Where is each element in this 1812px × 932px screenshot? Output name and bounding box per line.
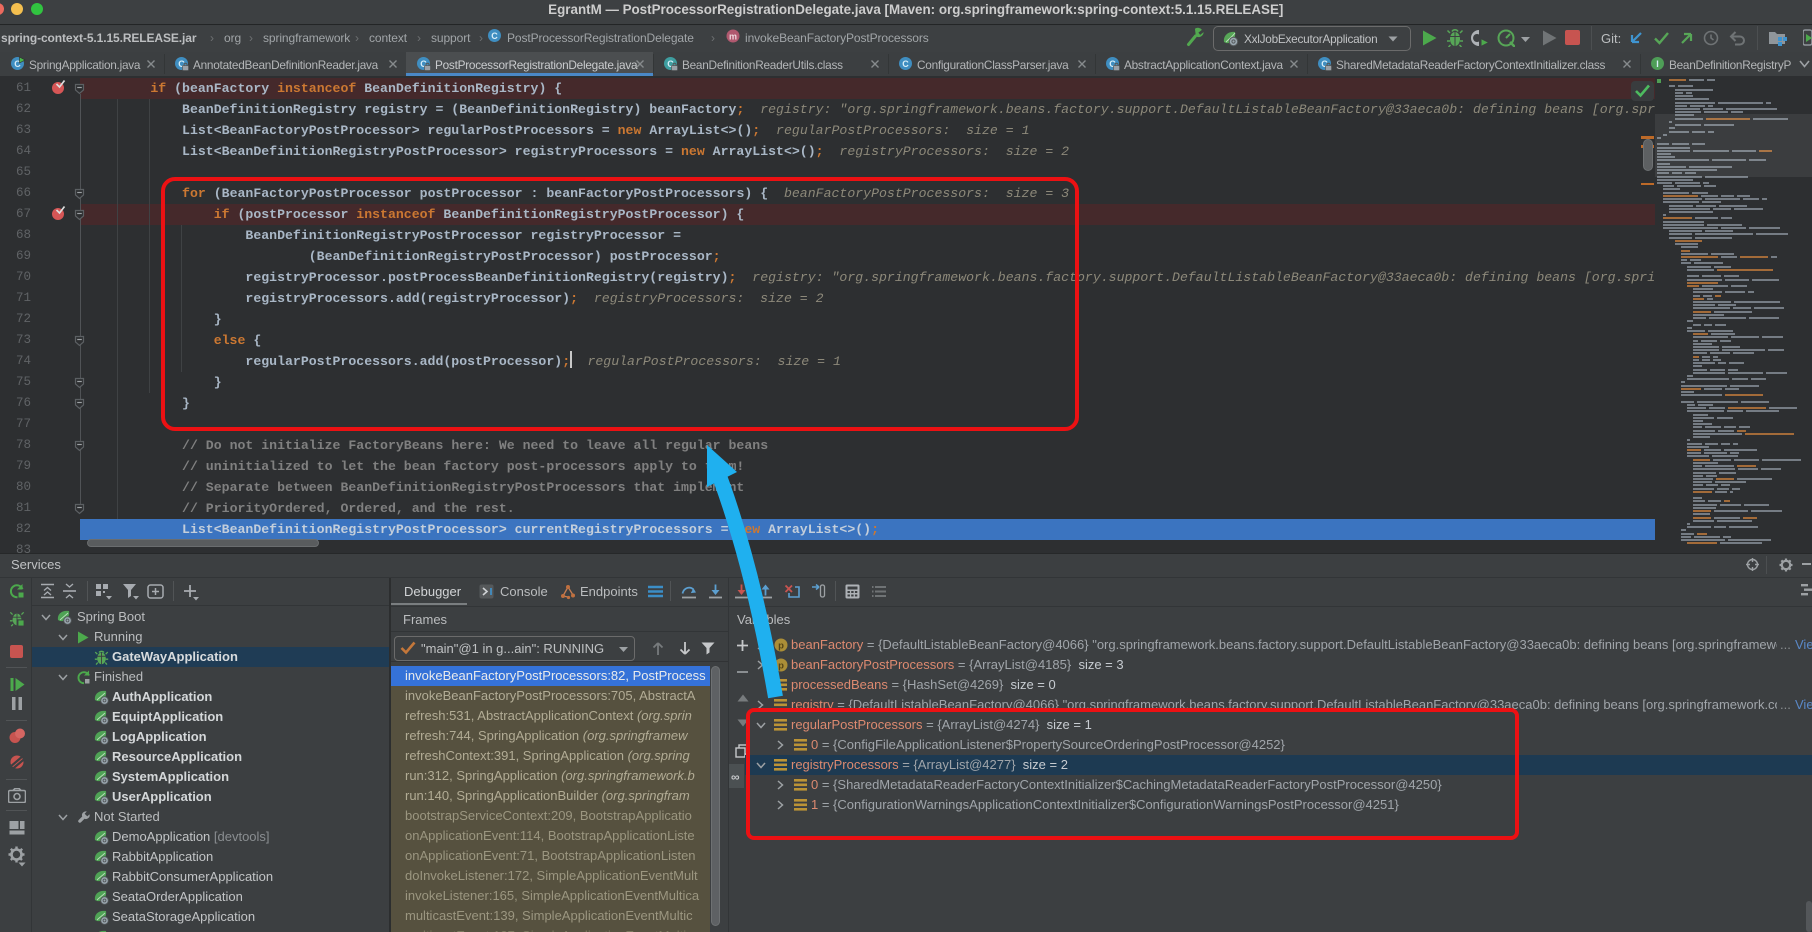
svg-text:I: I [1656,59,1659,69]
